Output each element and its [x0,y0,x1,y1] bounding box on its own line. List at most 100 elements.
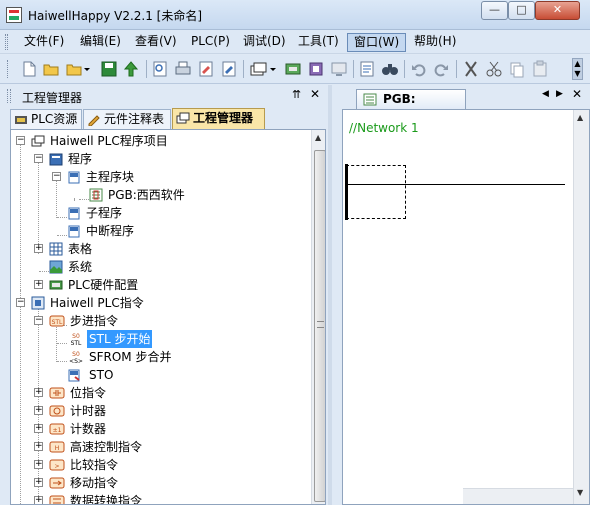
plc-icon[interactable] [284,60,302,78]
print-icon[interactable] [174,60,192,78]
tree-item-sfrom[interactable]: S0 <S> SFROM 步合并 [11,348,307,366]
expand-icon[interactable]: + [34,388,43,397]
collapse-icon[interactable]: − [34,154,43,163]
menu-file[interactable]: 文件(F) [18,33,70,52]
tree-item-label: STO [89,368,114,382]
expand-icon[interactable]: + [34,442,43,451]
expand-icon[interactable]: + [34,424,43,433]
checklist-icon[interactable] [358,60,376,78]
edit2-icon[interactable] [220,60,238,78]
tree-item-hs-control[interactable]: + H 高速控制指令 [11,438,307,456]
binoculars-icon[interactable] [381,60,399,78]
tree-item-interrupt[interactable]: 中断程序 [11,222,307,240]
tree-item-step[interactable]: − STL 步进指令 [11,312,307,330]
menu-plc[interactable]: PLC(P) [185,33,236,52]
tree-item-main-block[interactable]: − 主程序块 [11,168,307,186]
panel-close-icon[interactable]: ✕ [310,87,320,101]
copy-icon[interactable] [508,60,526,78]
expand-icon[interactable]: + [34,406,43,415]
undo-icon[interactable] [410,60,428,78]
scrollbar-thumb[interactable] [314,150,325,502]
expand-icon[interactable]: + [34,460,43,469]
zoom-icon[interactable] [151,60,169,78]
redo-icon[interactable] [432,60,450,78]
tree-item-program[interactable]: − 程序 [11,150,307,168]
menu-edit[interactable]: 编辑(E) [74,33,127,52]
cut2-icon[interactable] [485,60,503,78]
app-icon [6,7,22,23]
tree-item-instructions[interactable]: − Haiwell PLC指令 [11,294,307,312]
tree-item-bit[interactable]: + 位指令 [11,384,307,402]
tree-item-table[interactable]: + 表格 [11,240,307,258]
expand-icon[interactable]: + [34,280,43,289]
collapse-icon[interactable]: − [34,316,43,325]
sfrom-icon: S0<S> [69,351,83,364]
toolbar-grip[interactable] [7,60,10,78]
menu-tools[interactable]: 工具(T) [292,33,345,52]
editor-horizontal-scrollbar[interactable] [463,488,573,504]
collapse-icon[interactable]: − [52,172,61,181]
tab-plc-resources[interactable]: PLC资源 [10,109,82,129]
cut-icon[interactable] [462,60,480,78]
edit-icon[interactable] [197,60,215,78]
tree-item-label: 数据转换指令 [70,494,143,505]
menu-help[interactable]: 帮助(H) [408,33,462,52]
download-icon[interactable] [122,60,140,78]
tree-item-system[interactable]: 系统 [11,258,307,276]
expand-icon[interactable]: + [34,244,43,253]
open-file-icon[interactable] [42,60,60,78]
collapse-icon[interactable]: − [16,136,25,145]
monitor-icon[interactable] [330,60,348,78]
tab-next-icon[interactable]: ▶ [556,89,563,99]
pin-icon[interactable]: ⇈ [292,88,301,101]
scroll-up-icon[interactable]: ▲ [315,133,321,142]
project-icon [176,112,190,124]
tree-item-pgb[interactable]: PGB:西西软件 [11,186,307,204]
expand-icon[interactable]: + [34,478,43,487]
editor-panel: PGB: ◀ ▶ ✕ //Network 1 ▲ ▼ [332,85,590,505]
minimize-button[interactable]: — [481,1,508,20]
collapse-icon[interactable]: − [16,298,25,307]
tree-item-label: 高速控制指令 [70,440,143,454]
tab-element-comments[interactable]: 元件注释表 [83,109,171,129]
scroll-down-icon[interactable]: ▼ [577,488,583,497]
tree-item-stl[interactable]: S0 STL STL 步开始 [11,330,307,348]
tree-item-move[interactable]: + 移动指令 [11,474,307,492]
paste-icon[interactable] [531,60,549,78]
toolbar-overflow-button[interactable]: ▲ ▼ [572,58,583,80]
tree-item-subroutine[interactable]: 子程序 [11,204,307,222]
scroll-up-icon[interactable]: ▲ [577,113,583,122]
module-icon[interactable] [307,60,325,78]
menu-view[interactable]: 查看(V) [129,33,183,52]
edit-cursor[interactable] [346,165,406,219]
tab-label: PLC资源 [31,112,78,126]
editor-close-icon[interactable]: ✕ [572,87,582,101]
close-button[interactable]: ✕ [535,1,580,20]
tree-item-convert[interactable]: + 数据转换指令 [11,492,307,505]
tree-item-project[interactable]: − Haiwell PLC程序项目 [11,132,307,150]
maximize-button[interactable]: □ [508,1,535,20]
editor-vertical-scrollbar[interactable]: ▲ ▼ [573,110,589,504]
new-file-icon[interactable] [20,60,38,78]
tab-project-manager[interactable]: 工程管理器 [172,108,265,129]
tree-item-label: Haiwell PLC程序项目 [50,134,168,148]
tree-item-label: 子程序 [86,206,123,220]
layers-icon[interactable] [249,60,277,78]
menu-debug[interactable]: 调试(D) [237,33,292,52]
panel-grip[interactable] [7,89,11,103]
tree-item-counter[interactable]: + ±1 计数器 [11,420,307,438]
menu-grip[interactable] [5,34,8,50]
tab-prev-icon[interactable]: ◀ [542,89,549,99]
open-dropdown-icon[interactable] [66,60,90,78]
tree-item-compare[interactable]: + > 比较指令 [11,456,307,474]
tree-item-timer[interactable]: + 计时器 [11,402,307,420]
toolbar-separator [353,60,354,78]
editor-tab-pgb[interactable]: PGB: [356,89,466,109]
expand-icon[interactable]: + [34,496,43,504]
tree-item-hardware[interactable]: + PLC硬件配置 [11,276,307,294]
menu-window[interactable]: 窗口(W) [347,33,407,52]
tree-scrollbar[interactable]: ▲ [311,130,325,504]
tree-item-sto[interactable]: STO [11,366,307,384]
save-icon[interactable] [100,60,118,78]
ladder-editor[interactable]: //Network 1 ▲ ▼ [342,109,590,505]
